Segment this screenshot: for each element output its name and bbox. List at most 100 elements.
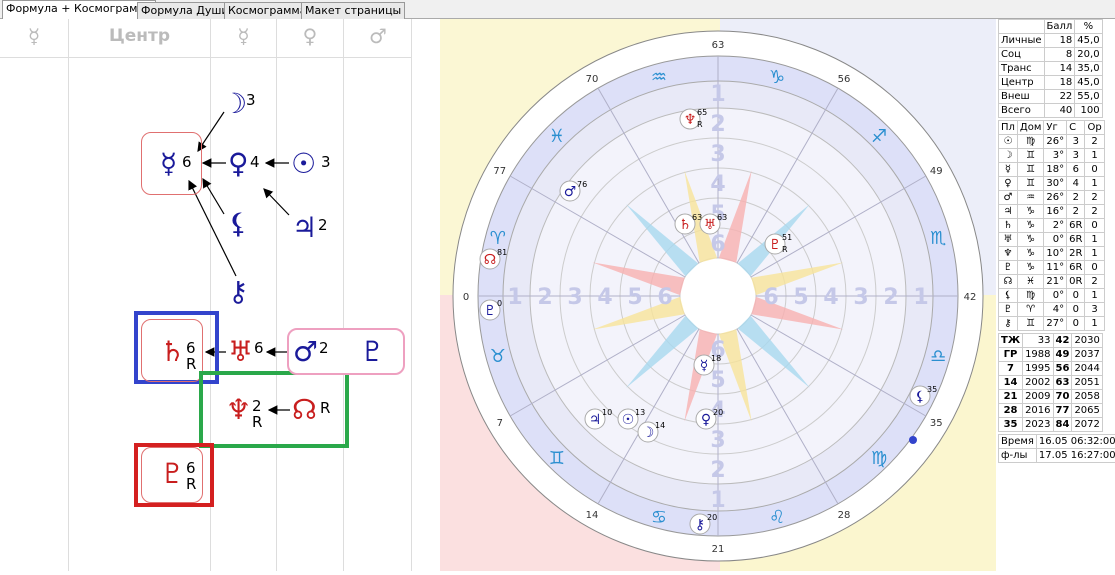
table-cell: ♂ [999, 191, 1018, 205]
zodiac-sign-icon: ♋ [651, 507, 667, 528]
tab-page-layout[interactable]: Макет страницы [301, 2, 405, 19]
table-row: ♂♒26°22 [999, 191, 1105, 205]
tab-cosmogram[interactable]: Космограмма [224, 2, 310, 19]
formula-moon-number: 3 [246, 91, 256, 109]
formula-neptune-retro: R [252, 413, 262, 431]
formula-mercury-glyph[interactable]: ☿ [160, 149, 177, 179]
marker-glyph: ♃ [589, 412, 602, 428]
zodiac-sign-icon: ♌ [769, 507, 785, 528]
cosmogram-chart[interactable]: 6356494235282114707770 ♑♐♏♎♍♌♋♊♉♈♓♒ 6666… [440, 19, 996, 571]
table-cell: 26° [1044, 135, 1067, 149]
degree-label: 7 [497, 418, 503, 429]
table-cell: 18° [1044, 163, 1067, 177]
table-cell: 17.05 16:27:00 [1036, 449, 1115, 463]
degree-label: 35 [930, 418, 943, 429]
degree-label: 28 [838, 510, 851, 521]
table-cell: 56 [1053, 362, 1072, 376]
formula-lilith-glyph[interactable]: ⚸ [228, 209, 249, 239]
table-cell: 18 [1044, 76, 1075, 90]
formula-pluto-glyph[interactable]: ♇ [160, 459, 185, 489]
table-row: ТЖ33422030 [999, 334, 1103, 348]
table-cell: 2002 [1023, 376, 1053, 390]
inner-number: 4 [710, 172, 725, 197]
table-cell: ф-лы [999, 449, 1037, 463]
table-row: Внеш2255,0 [999, 90, 1103, 104]
table-cell: Личные [999, 34, 1045, 48]
table-cell: 27° [1044, 317, 1067, 331]
table-cell: ♈ [1017, 303, 1043, 317]
tab-soul-formula[interactable]: Формула Души [137, 2, 233, 19]
inner-number: 6 [657, 285, 672, 310]
table-cell: 2016 [1023, 404, 1053, 418]
formula-uranus-glyph[interactable]: ♅ [228, 337, 253, 367]
table-cell: 35 [999, 418, 1023, 432]
table-row: ГР1988492037 [999, 348, 1103, 362]
marker-glyph: ♅ [704, 217, 717, 233]
table-cell: Центр [999, 76, 1045, 90]
zodiac-sign-icon: ♊ [549, 448, 565, 469]
table-row: Время16.05 06:32:00 [999, 435, 1115, 449]
table-cell: ♆ [999, 247, 1018, 261]
table-cell: 0° [1044, 233, 1067, 247]
table-cell: 1988 [1023, 348, 1053, 362]
degree-label: 21 [712, 544, 725, 555]
inner-number: 1 [913, 285, 928, 310]
formula-pluto-blue-glyph[interactable]: ♇ [360, 337, 385, 367]
marker-glyph: ☉ [622, 412, 635, 428]
formula-sun-glyph[interactable]: ☉ [291, 149, 316, 179]
table-cell: 2 [1085, 275, 1104, 289]
table-cell: 0 [1085, 219, 1104, 233]
formula-neptune-glyph[interactable]: ♆ [226, 395, 251, 425]
header-cell: Уг [1044, 121, 1067, 135]
inner-number: 5 [793, 285, 808, 310]
marker-glyph: ♇ [769, 237, 782, 253]
table-cell: ♄ [999, 219, 1018, 233]
formula-saturn-glyph[interactable]: ♄ [160, 337, 185, 367]
degree-label: 63 [712, 40, 725, 51]
table-cell: 21 [999, 390, 1023, 404]
table-cell: 0R [1067, 275, 1085, 289]
table-cell: 20,0 [1075, 48, 1102, 62]
table-cell: 100 [1075, 104, 1102, 118]
table-cell: ☊ [999, 275, 1018, 289]
marker-label: 51 [782, 233, 792, 242]
table-cell: 42 [1053, 334, 1072, 348]
table-cell: 3 [1067, 135, 1085, 149]
table-row: ⚸♍0°01 [999, 289, 1105, 303]
inner-number: 1 [507, 285, 522, 310]
formula-pluto-retro: R [186, 475, 196, 493]
table-cell: 21° [1044, 275, 1067, 289]
formula-venus-glyph[interactable]: ♀ [228, 149, 249, 179]
formula-node-glyph[interactable]: ☊ [292, 395, 317, 425]
table-cell: 55,0 [1075, 90, 1102, 104]
formula-jupiter-glyph[interactable]: ♃ [292, 213, 317, 243]
zodiac-sign-icon: ♐ [871, 126, 887, 147]
table-cell: 2037 [1072, 348, 1102, 362]
marker-label: 63 [717, 213, 727, 222]
formula-node-retro: R [320, 399, 330, 417]
zodiac-sign-icon: ♏ [930, 228, 946, 249]
tab-formula-cosmogram[interactable]: Формула + Космограмма [2, 0, 156, 20]
table-cell: 2058 [1072, 390, 1102, 404]
table-cell: ☽ [999, 149, 1018, 163]
planet-table-header: Пл Дом Уг С Ор [999, 121, 1105, 135]
table-row: Личные1845,0 [999, 34, 1103, 48]
degree-label: 14 [586, 510, 599, 521]
table-row: Центр1845,0 [999, 76, 1103, 90]
degree-label: 77 [493, 166, 506, 177]
formula-chiron-glyph[interactable]: ⚷ [228, 277, 249, 307]
header-cell: % [1075, 20, 1102, 34]
marker-glyph: ☽ [642, 425, 655, 441]
table-cell: 1 [1085, 247, 1104, 261]
table-cell: 11° [1044, 261, 1067, 275]
marker-label: 81 [497, 248, 507, 257]
table-cell: 30° [1044, 177, 1067, 191]
table-cell: ♍ [1017, 289, 1043, 303]
formula-mars-glyph[interactable]: ♂ [293, 337, 318, 367]
marker-retro: R [697, 120, 703, 129]
table-cell: ♑ [1017, 247, 1043, 261]
table-cell: ♑ [1017, 219, 1043, 233]
formula-moon-glyph[interactable]: ☽ [222, 89, 247, 119]
inner-number: 3 [710, 142, 725, 167]
table-cell: 70 [1053, 390, 1072, 404]
